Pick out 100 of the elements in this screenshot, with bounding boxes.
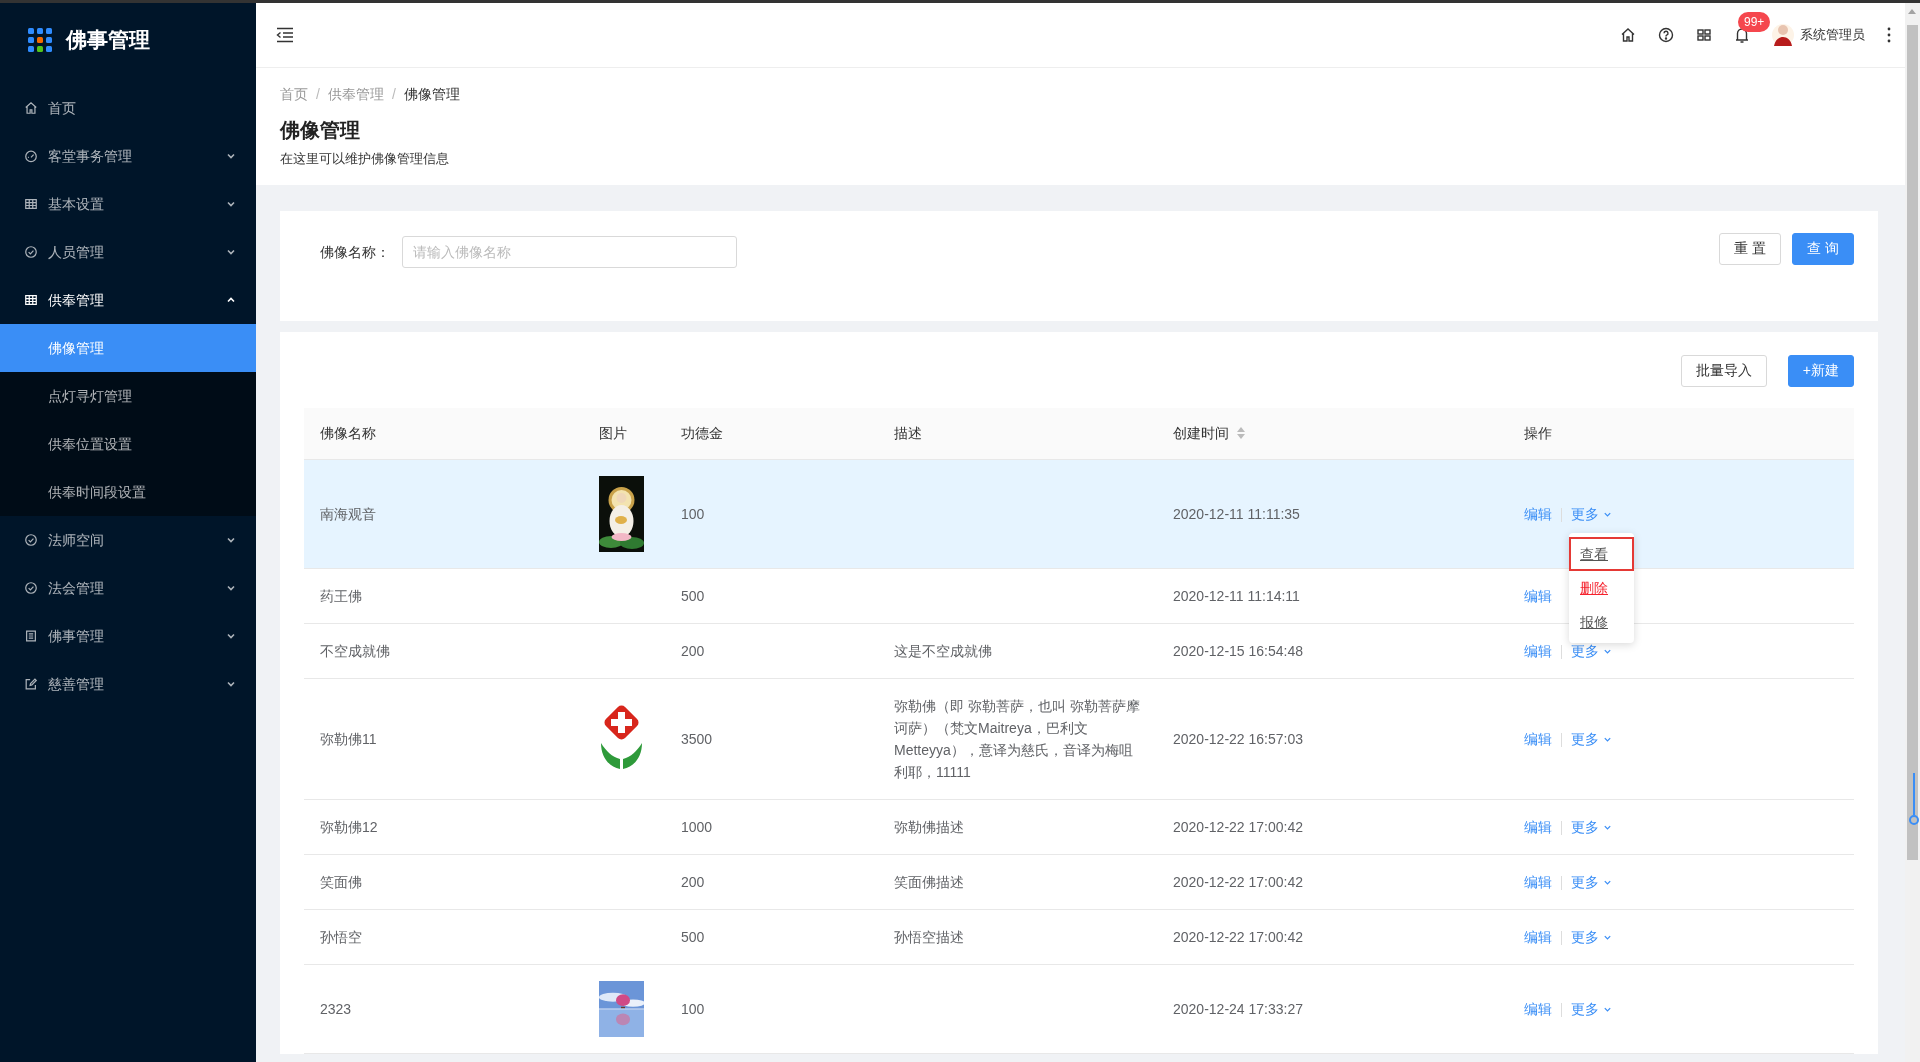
table-cell: 100 xyxy=(681,506,705,522)
logo-icon xyxy=(28,27,52,52)
edit-link[interactable]: 编辑 xyxy=(1524,874,1552,890)
edit-link[interactable]: 编辑 xyxy=(1524,643,1552,659)
notification-badge: 99+ xyxy=(1738,12,1771,32)
home-icon xyxy=(24,101,38,115)
table-cell: 笑面佛描述 xyxy=(894,874,964,890)
edit-link[interactable]: 编辑 xyxy=(1524,929,1552,945)
table-cell: 2020-12-22 17:00:42 xyxy=(1173,929,1303,945)
more-link[interactable]: 更多 xyxy=(1571,503,1612,525)
chevron-up-icon xyxy=(226,295,236,305)
table-cell: 500 xyxy=(681,929,705,945)
avatar-icon[interactable] xyxy=(1772,22,1794,48)
more-link[interactable]: 更多 xyxy=(1571,926,1612,948)
sidebar-item[interactable]: 法会管理 xyxy=(0,564,256,612)
column-header: 创建时间 xyxy=(1173,423,1229,443)
table-cell: 3500 xyxy=(681,731,713,747)
table-cell: 笑面佛 xyxy=(320,874,362,890)
table-cell: 2020-12-22 17:00:42 xyxy=(1173,819,1303,835)
table-cell: 200 xyxy=(681,874,705,890)
table-cell: 2323 xyxy=(320,1001,352,1017)
import-button[interactable]: 批量导入 xyxy=(1680,354,1767,387)
user-name[interactable]: 系统管理员 xyxy=(1800,25,1865,45)
sidebar-item[interactable]: 法师空间 xyxy=(0,516,256,564)
home-icon xyxy=(1620,27,1636,43)
column-header: 操作 xyxy=(1524,423,1552,443)
sidebar-item[interactable]: 供奉管理 xyxy=(0,276,256,324)
table-cell: 弥勒佛11 xyxy=(320,731,377,747)
column-header: 佛像名称 xyxy=(320,423,376,443)
table-cell: 100 xyxy=(681,1001,705,1017)
sidebar-subitem[interactable]: 供奉时间段设置 xyxy=(0,468,256,516)
more-link[interactable]: 更多 xyxy=(1571,871,1612,893)
page-subtitle: 在这里可以维护佛像管理信息 xyxy=(280,150,450,168)
sidebar-subitem[interactable]: 供奉位置设置 xyxy=(0,420,256,468)
sidebar-item[interactable]: 佛事管理 xyxy=(0,612,256,660)
table-cell: 2020-12-11 11:14:11 xyxy=(1173,588,1300,604)
menu-fold-icon xyxy=(276,27,294,43)
breadcrumb-separator: / xyxy=(391,86,396,102)
table-cell: 2020-12-22 17:00:42 xyxy=(1173,874,1303,890)
table-icon xyxy=(24,197,38,211)
table-cell: 弥勒佛（即 弥勒菩萨，也叫 弥勒菩萨摩诃萨）（梵文Maitreya，巴利文Metteyya），意译为慈氏，音译为梅咀利耶，11111 xyxy=(894,698,1140,780)
sidebar-subitem[interactable]: 佛像管理 xyxy=(0,324,256,372)
edit-icon xyxy=(24,677,38,691)
list-icon xyxy=(24,629,38,643)
table-cell: 2020-12-11 11:11:35 xyxy=(1173,506,1300,522)
table-cell: 500 xyxy=(681,588,705,604)
bell-icon xyxy=(1734,26,1750,44)
sidebar-item[interactable]: 客堂事务管理 xyxy=(0,132,256,180)
page-title: 佛像管理 xyxy=(280,118,361,143)
new-button[interactable]: +新建 xyxy=(1787,354,1854,387)
sort-icon[interactable] xyxy=(1237,427,1245,440)
chevron-down-icon xyxy=(226,199,236,209)
edit-link[interactable]: 编辑 xyxy=(1524,731,1552,747)
chevron-down-icon xyxy=(226,535,236,545)
breadcrumb-item: 佛像管理 xyxy=(403,86,460,102)
table-cell: 2020-12-24 17:33:27 xyxy=(1173,1001,1303,1017)
sidebar-item[interactable]: 慈善管理 xyxy=(0,660,256,708)
app-title: 佛事管理 xyxy=(66,26,150,53)
menu-item[interactable]: 删除 xyxy=(1569,571,1634,605)
column-header: 描述 xyxy=(894,423,922,443)
chevron-down-icon xyxy=(226,151,236,161)
search-field[interactable]: 请输入佛像名称 xyxy=(402,235,737,268)
handle-icon[interactable] xyxy=(1909,771,1919,827)
chevron-down-icon xyxy=(226,631,236,641)
scrollbar[interactable] xyxy=(1905,3,1920,1062)
help-icon xyxy=(1658,27,1674,43)
breadcrumb-item[interactable]: 首页 xyxy=(280,86,308,102)
table-cell: 孙悟空描述 xyxy=(894,929,964,945)
more-vertical-icon xyxy=(1887,27,1891,43)
table-cell: 2020-12-15 16:54:48 xyxy=(1173,643,1303,659)
menu-item[interactable]: 查看 xyxy=(1569,537,1634,571)
query-button[interactable]: 查 询 xyxy=(1792,232,1854,265)
more-link[interactable]: 更多 xyxy=(1571,728,1612,750)
sidebar-subitem[interactable]: 点灯寻灯管理 xyxy=(0,372,256,420)
edit-link[interactable]: 编辑 xyxy=(1524,506,1552,522)
more-link[interactable]: 更多 xyxy=(1571,998,1612,1020)
edit-link[interactable]: 编辑 xyxy=(1524,819,1552,835)
table-cell: 1000 xyxy=(681,819,713,835)
table-cell: 弥勒佛描述 xyxy=(894,819,964,835)
sidebar-item[interactable]: 基本设置 xyxy=(0,180,256,228)
chevron-down-icon xyxy=(226,247,236,257)
reset-button[interactable]: 重 置 xyxy=(1719,232,1782,265)
sidebar-item[interactable]: 人员管理 xyxy=(0,228,256,276)
breadcrumb-item[interactable]: 供奉管理 xyxy=(327,86,384,102)
table-cell: 不空成就佛 xyxy=(320,643,390,659)
more-link[interactable]: 更多 xyxy=(1571,816,1612,838)
chevron-down-icon xyxy=(226,583,236,593)
table-cell: 弥勒佛12 xyxy=(320,819,378,835)
table-icon xyxy=(24,293,38,307)
table-cell: 南海观音 xyxy=(320,506,376,522)
chevron-down-icon xyxy=(226,679,236,689)
edit-link[interactable]: 编辑 xyxy=(1524,588,1552,604)
menu-item[interactable]: 报修 xyxy=(1569,605,1634,639)
table-cell: 这是不空成就佛 xyxy=(894,643,992,659)
edit-link[interactable]: 编辑 xyxy=(1524,1001,1552,1017)
more-link[interactable]: 更多 xyxy=(1571,640,1612,662)
gauge-icon xyxy=(24,149,38,163)
column-header: 图片 xyxy=(599,423,627,443)
column-header: 功德金 xyxy=(681,423,723,443)
sidebar-item[interactable]: 首页 xyxy=(0,84,256,132)
